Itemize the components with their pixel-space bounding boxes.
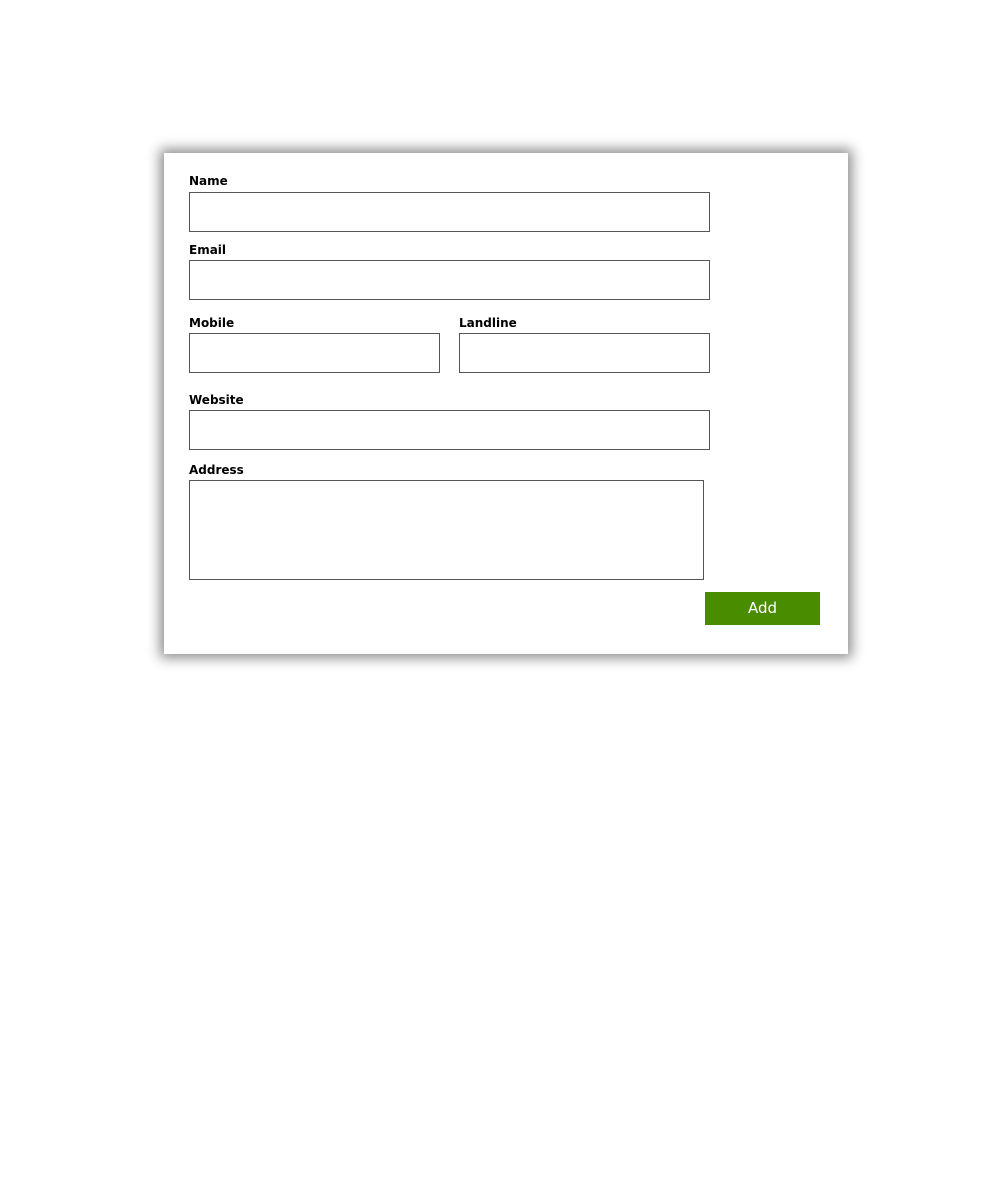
mobile-label: Mobile (189, 316, 235, 330)
landline-label: Landline (459, 316, 517, 330)
email-label: Email (189, 243, 227, 257)
name-label: Name (189, 174, 228, 188)
address-textarea[interactable] (189, 480, 704, 580)
add-button[interactable]: Add (705, 592, 820, 625)
mobile-input[interactable] (189, 333, 440, 373)
address-label: Address (189, 463, 244, 477)
website-input[interactable] (189, 410, 710, 450)
name-input[interactable] (189, 192, 710, 232)
landline-input[interactable] (459, 333, 710, 373)
email-input[interactable] (189, 260, 710, 300)
contact-form-card: Name Email Mobile Landline Website Addre… (164, 153, 848, 654)
website-label: Website (189, 393, 244, 407)
